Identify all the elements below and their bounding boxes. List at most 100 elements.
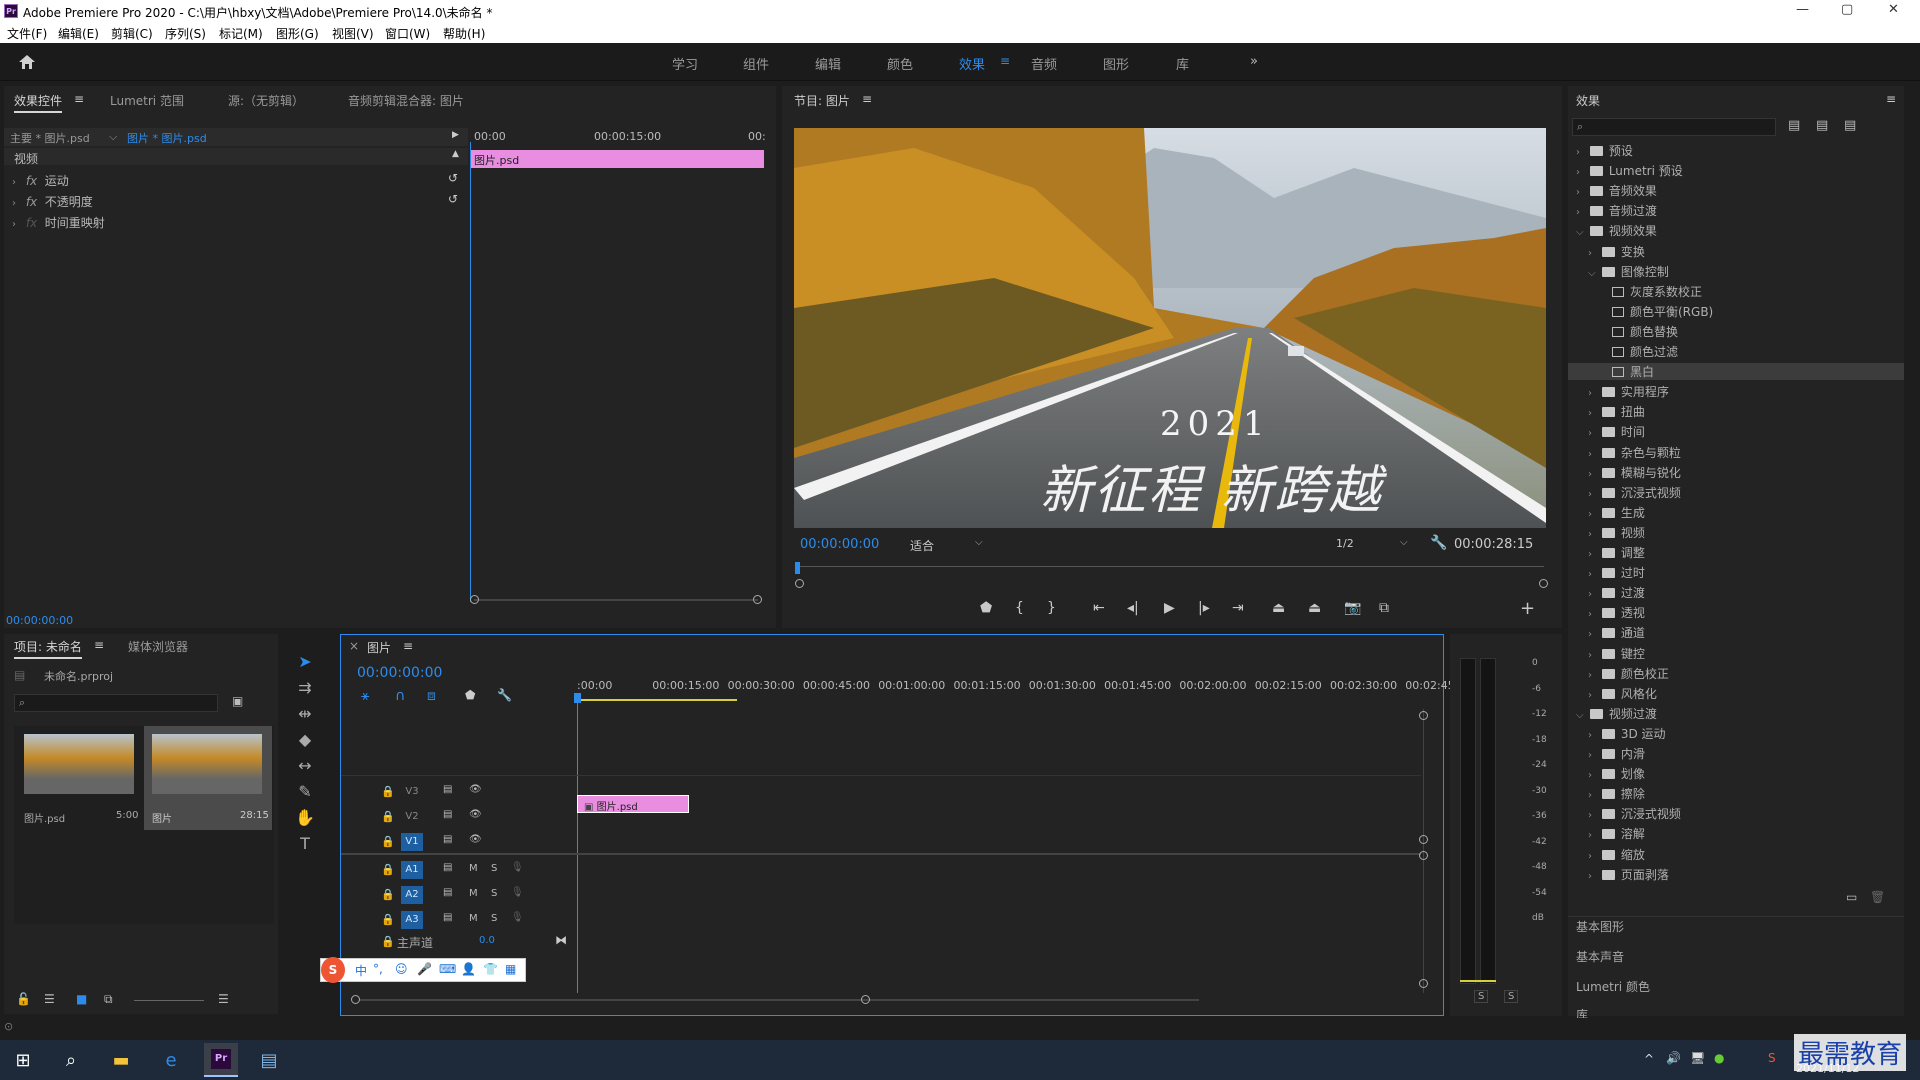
- sync-lock-icon[interactable]: ▤: [443, 887, 452, 898]
- network-icon[interactable]: 🖥: [1690, 1051, 1705, 1065]
- sequence-clip-label[interactable]: 图片 * 图片.psd: [127, 130, 207, 146]
- chevron-right-icon[interactable]: ›: [1588, 609, 1598, 620]
- track-target-button[interactable]: V2: [401, 808, 423, 826]
- mark-in-icon[interactable]: {: [1015, 600, 1024, 616]
- effect-item[interactable]: 颜色替换: [1600, 323, 1678, 340]
- scroll-handle-left[interactable]: [795, 579, 804, 588]
- scroll-handle[interactable]: [1419, 711, 1428, 720]
- panel-menu-icon[interactable]: ≡: [1886, 92, 1896, 106]
- emoji-icon[interactable]: ☺: [395, 962, 408, 976]
- work-area-bar[interactable]: [577, 699, 737, 701]
- slip-tool-icon[interactable]: ↔: [290, 756, 320, 778]
- panel-menu-icon[interactable]: ≡: [862, 92, 872, 106]
- timeline-timecode[interactable]: 00:00:00:00: [357, 665, 442, 681]
- chevron-right-icon[interactable]: ›: [1588, 449, 1598, 460]
- premiere-taskbar-button[interactable]: Pr: [204, 1043, 238, 1077]
- lock-icon[interactable]: 🔒: [381, 863, 395, 876]
- menu-graphics[interactable]: 图形(G): [276, 25, 319, 42]
- effect-folder[interactable]: › 扭曲: [1588, 403, 1645, 420]
- effect-item[interactable]: 黑白: [1568, 363, 1904, 381]
- timeline-clip[interactable]: ▣ 图片.psd: [577, 795, 689, 813]
- zoom-slider[interactable]: [134, 1000, 204, 1001]
- icon-view-icon[interactable]: ■: [76, 992, 87, 1006]
- track-select-tool-icon[interactable]: ⇉: [290, 678, 320, 700]
- section-lumetri-color[interactable]: Lumetri 颜色: [1576, 978, 1650, 995]
- wrench-icon[interactable]: 🔧: [1430, 535, 1447, 551]
- chevron-right-icon[interactable]: ›: [1588, 589, 1598, 600]
- chevron-right-icon[interactable]: ›: [1588, 851, 1598, 862]
- chevron-right-icon[interactable]: ›: [1588, 790, 1598, 801]
- playhead-handle[interactable]: [574, 693, 581, 703]
- lock-icon[interactable]: 🔒: [381, 835, 395, 848]
- effect-folder[interactable]: › 通道: [1588, 624, 1645, 641]
- pen-tool-icon[interactable]: ✎: [290, 782, 320, 804]
- workspace-color[interactable]: 颜色: [887, 54, 913, 73]
- eye-icon[interactable]: 👁: [469, 809, 482, 820]
- freeform-view-icon[interactable]: ⧉: [104, 992, 113, 1007]
- lock-icon[interactable]: 🔒: [381, 935, 395, 948]
- ec-timecode[interactable]: 00:00:00:00: [6, 614, 73, 627]
- effect-folder[interactable]: ⌵ 视频效果: [1576, 222, 1657, 239]
- workspace-audio[interactable]: 音频: [1031, 54, 1057, 73]
- solo-left-button[interactable]: S: [1474, 990, 1489, 1003]
- chevron-right-icon[interactable]: ›: [1576, 147, 1586, 158]
- tab-media-browser[interactable]: 媒体浏览器: [128, 638, 188, 655]
- fit-dropdown[interactable]: 适合: [910, 537, 934, 554]
- timeline-ruler[interactable]: :00:00 00:00:15:00 00:00:30:00 00:00:45:00 0…: [577, 679, 1458, 699]
- add-button-icon[interactable]: +: [1520, 598, 1535, 619]
- program-playhead[interactable]: [795, 562, 800, 574]
- effect-folder[interactable]: › 擦除: [1588, 785, 1645, 802]
- tab-effect-controls[interactable]: 效果控件: [14, 92, 63, 113]
- edge-browser-icon[interactable]: e: [154, 1046, 188, 1076]
- effect-item[interactable]: 颜色平衡(RGB): [1600, 303, 1713, 320]
- wrench-icon[interactable]: 🔧: [497, 688, 512, 702]
- effect-folder[interactable]: ⌵ 图像控制: [1588, 263, 1669, 280]
- chevron-right-icon[interactable]: ›: [1588, 629, 1598, 640]
- track-target-button[interactable]: V3: [401, 783, 423, 801]
- menu-view[interactable]: 视图(V): [332, 25, 374, 42]
- chevron-right-icon[interactable]: ›: [1588, 830, 1598, 841]
- effect-folder[interactable]: ⌵ 视频过渡: [1576, 705, 1657, 722]
- lock-icon[interactable]: 🔒: [381, 810, 395, 823]
- effect-folder[interactable]: › 颜色校正: [1588, 665, 1669, 682]
- tray-expand-icon[interactable]: ^: [1644, 1052, 1654, 1066]
- step-back-icon[interactable]: ◂|: [1127, 600, 1139, 616]
- mute-button[interactable]: M: [469, 863, 478, 874]
- section-essential-sound[interactable]: 基本声音: [1576, 948, 1624, 965]
- play-triangle-icon[interactable]: ▶: [452, 130, 459, 140]
- chevron-right-icon[interactable]: ›: [1588, 388, 1598, 399]
- ripple-edit-tool-icon[interactable]: ⇹: [290, 704, 320, 726]
- minimize-button[interactable]: —: [1796, 2, 1809, 17]
- effect-folder[interactable]: › 调整: [1588, 544, 1645, 561]
- ec-playhead[interactable]: [470, 142, 471, 602]
- effect-folder[interactable]: › 沉浸式视频: [1588, 805, 1681, 822]
- chevron-right-icon[interactable]: ›: [1588, 730, 1598, 741]
- workspace-libraries[interactable]: 库: [1176, 54, 1189, 73]
- effect-folder[interactable]: › 缩放: [1588, 846, 1645, 863]
- chevron-down-icon[interactable]: ⌵: [1400, 537, 1408, 548]
- fx-row-opacity[interactable]: › fx 不透明度: [12, 193, 93, 210]
- go-to-in-icon[interactable]: ⇤: [1093, 600, 1105, 616]
- sogou-tray-icon[interactable]: S: [1768, 1051, 1776, 1065]
- chevron-right-icon[interactable]: ›: [1588, 489, 1598, 500]
- timeline-tab[interactable]: 图片: [367, 639, 391, 656]
- scroll-handle-left[interactable]: [470, 595, 479, 604]
- delete-icon[interactable]: 🗑: [1870, 890, 1885, 904]
- scroll-handle[interactable]: [1419, 835, 1428, 844]
- effect-folder[interactable]: › 沉浸式视频: [1588, 484, 1681, 501]
- reset-icon[interactable]: ↺: [448, 192, 458, 206]
- chevron-right-icon[interactable]: ›: [1588, 569, 1598, 580]
- snap-icon[interactable]: ∩: [395, 688, 405, 704]
- project-search-input[interactable]: ⌕: [14, 694, 218, 712]
- chevron-right-icon[interactable]: ›: [1588, 650, 1598, 661]
- menu-marker[interactable]: 标记(M): [219, 25, 263, 42]
- insert-nest-icon[interactable]: ⚹: [361, 688, 369, 704]
- effect-folder[interactable]: › 内滑: [1588, 745, 1645, 762]
- chevron-right-icon[interactable]: ›: [1588, 871, 1598, 882]
- step-forward-icon[interactable]: |▸: [1198, 600, 1210, 616]
- chevron-down-icon[interactable]: ⌵: [1588, 268, 1598, 279]
- tab-project[interactable]: 项目: 未命名: [14, 638, 82, 659]
- menu-edit[interactable]: 编辑(E): [58, 25, 99, 42]
- workspace-menu-icon[interactable]: ≡: [1000, 54, 1010, 68]
- microphone-icon[interactable]: 🎤: [417, 962, 432, 976]
